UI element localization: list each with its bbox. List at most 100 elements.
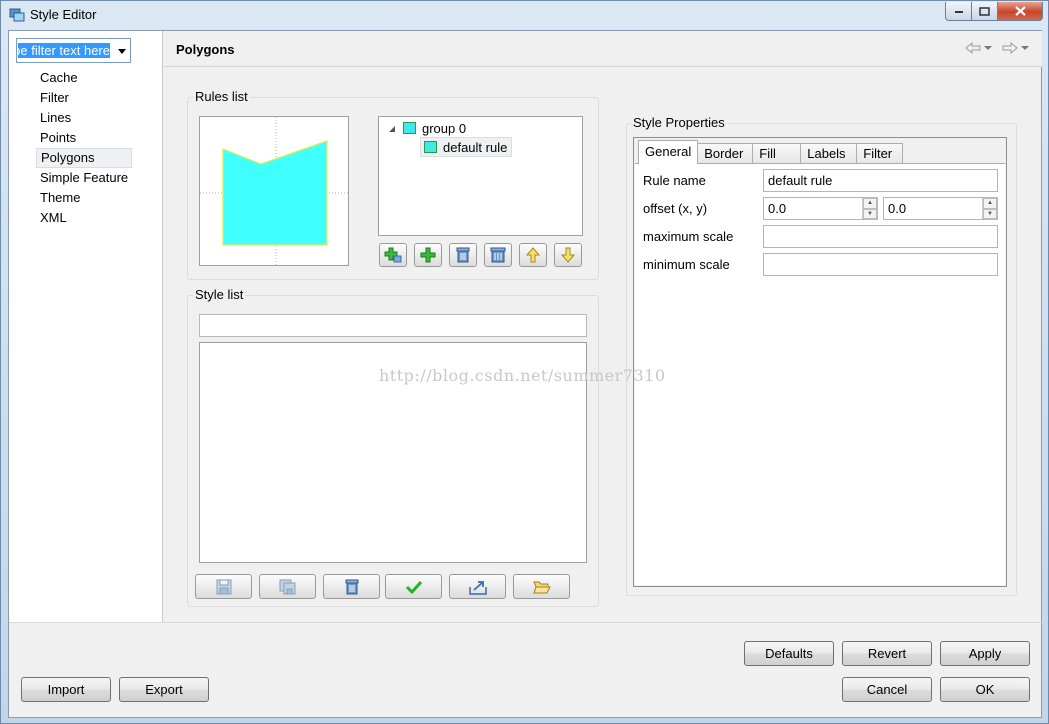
forward-arrow-icon[interactable]: [1002, 42, 1018, 54]
category-sidebar: type filter text here Cache Filter Lines…: [9, 31, 163, 622]
polygon-preview-canvas: [200, 117, 348, 265]
close-button[interactable]: [998, 2, 1043, 21]
cancel-button[interactable]: Cancel: [842, 677, 932, 702]
maximum-scale-label: maximum scale: [643, 229, 734, 244]
tree-item-default-rule[interactable]: default rule: [420, 137, 513, 157]
forward-history-dropdown-icon[interactable]: [1021, 45, 1030, 51]
add-group-button[interactable]: [379, 243, 407, 267]
delete-style-button[interactable]: [323, 574, 380, 599]
maximize-icon: [979, 6, 990, 16]
minimize-button[interactable]: [945, 2, 972, 21]
save-all-styles-button[interactable]: [259, 574, 316, 599]
nav-item-lines[interactable]: Lines: [36, 108, 132, 128]
trash-all-icon: [490, 247, 506, 263]
apply-button[interactable]: Apply: [940, 641, 1030, 666]
nav-item-theme[interactable]: Theme: [36, 188, 132, 208]
filter-input[interactable]: type filter text here: [18, 43, 110, 58]
offset-y-value: 0.0: [888, 201, 907, 216]
close-icon: [1014, 6, 1026, 16]
export-style-button[interactable]: [449, 574, 506, 599]
tree-rule-label: default rule: [443, 139, 508, 155]
revert-button[interactable]: Revert: [842, 641, 932, 666]
offset-x-spinner[interactable]: 0.0 ▲ ▼: [763, 197, 878, 220]
folder-open-icon: [532, 581, 551, 593]
spin-up-icon[interactable]: ▲: [863, 198, 877, 209]
general-tab-panel: Rule name default rule offset (x, y) 0.0…: [635, 163, 1005, 585]
plus-icon: [420, 247, 436, 263]
spin-up-icon[interactable]: ▲: [983, 198, 997, 209]
maximum-scale-input[interactable]: [763, 225, 998, 248]
offset-y-spinner[interactable]: 0.0 ▲ ▼: [883, 197, 998, 220]
minimum-scale-label: minimum scale: [643, 257, 730, 272]
title-bar[interactable]: Style Editor: [1, 1, 1048, 29]
tab-fill[interactable]: Fill: [752, 143, 802, 164]
export-button[interactable]: Export: [119, 677, 209, 702]
dialog-client-area: type filter text here Cache Filter Lines…: [8, 30, 1042, 718]
rules-tree: group 0 default rule: [378, 116, 583, 236]
export-icon: [468, 580, 487, 595]
nav-item-points[interactable]: Points: [36, 128, 132, 148]
spin-down-icon[interactable]: ▼: [983, 208, 997, 219]
maximize-button[interactable]: [972, 2, 998, 21]
save-all-icon: [279, 579, 295, 594]
arrow-down-icon: [561, 247, 575, 263]
tab-labels[interactable]: Labels: [800, 143, 858, 164]
add-rule-button[interactable]: [414, 243, 442, 267]
style-editor-icon: [9, 8, 25, 22]
open-style-button[interactable]: [513, 574, 570, 599]
apply-style-button[interactable]: [385, 574, 442, 599]
offset-x-value: 0.0: [768, 201, 787, 216]
tree-item-group[interactable]: group 0: [403, 118, 466, 138]
nav-item-simple-feature[interactable]: Simple Feature: [36, 168, 132, 188]
spin-down-icon[interactable]: ▼: [863, 208, 877, 219]
offset-label: offset (x, y): [643, 201, 708, 216]
minimize-icon: [954, 11, 963, 13]
nav-item-cache[interactable]: Cache: [36, 68, 132, 88]
trash-icon: [456, 247, 470, 263]
add-group-icon: [384, 247, 402, 263]
back-history-dropdown-icon[interactable]: [984, 45, 993, 51]
nav-item-filter[interactable]: Filter: [36, 88, 132, 108]
defaults-button[interactable]: Defaults: [744, 641, 834, 666]
tab-border[interactable]: Border: [697, 143, 754, 164]
import-button[interactable]: Import: [21, 677, 111, 702]
tab-filter[interactable]: Filter: [856, 143, 904, 164]
properties-tab-folder: General Border Fill Labels Filter Rule n…: [633, 137, 1007, 587]
style-list-label: Style list: [193, 287, 246, 302]
move-rule-up-button[interactable]: [519, 243, 547, 267]
chevron-down-icon[interactable]: [118, 49, 126, 54]
rules-list-label: Rules list: [193, 89, 250, 104]
minimum-scale-input[interactable]: [763, 253, 998, 276]
page-title: Polygons: [176, 42, 235, 57]
polygon-shape: [222, 140, 328, 246]
page-header: Polygons: [164, 31, 1042, 67]
tree-group-label: group 0: [422, 120, 467, 136]
trash-icon: [345, 579, 358, 594]
group-icon: [403, 122, 416, 134]
rule-name-label: Rule name: [643, 173, 706, 188]
delete-rule-button[interactable]: [449, 243, 477, 267]
rule-preview: [199, 116, 349, 266]
style-name-input[interactable]: [199, 314, 587, 337]
arrow-up-icon: [526, 247, 540, 263]
delete-all-rules-button[interactable]: [484, 243, 512, 267]
rule-icon: [424, 141, 437, 153]
category-list: Cache Filter Lines Points Polygons Simpl…: [36, 68, 133, 228]
save-icon: [216, 579, 231, 594]
nav-item-xml[interactable]: XML: [36, 208, 132, 228]
filter-combo[interactable]: type filter text here: [16, 38, 131, 63]
style-properties-label: Style Properties: [631, 115, 727, 130]
nav-item-polygons[interactable]: Polygons: [36, 148, 133, 168]
checkmark-icon: [405, 580, 422, 594]
style-editor-window: Style Editor type filter text here Cache…: [0, 0, 1049, 724]
watermark-text: http://blog.csdn.net/summer7310: [379, 366, 666, 385]
tab-general[interactable]: General: [638, 140, 699, 164]
rule-name-input[interactable]: default rule: [763, 169, 998, 192]
window-title: Style Editor: [30, 7, 97, 22]
footer-separator: [9, 622, 1042, 623]
move-rule-down-button[interactable]: [554, 243, 582, 267]
save-style-button[interactable]: [195, 574, 252, 599]
ok-button[interactable]: OK: [940, 677, 1030, 702]
back-arrow-icon[interactable]: [965, 42, 981, 54]
tree-expand-icon[interactable]: [388, 125, 396, 133]
